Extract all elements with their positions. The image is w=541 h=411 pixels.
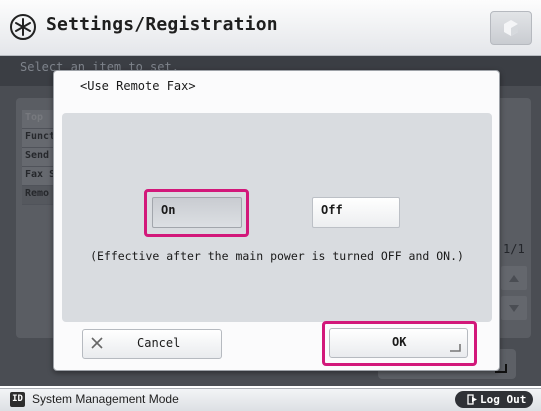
effective-note: (Effective after the main power is turne… — [90, 249, 464, 263]
settings-gear-icon — [10, 14, 36, 40]
scroll-down-button — [501, 296, 527, 320]
arrow-up-icon — [509, 275, 519, 282]
cube-icon — [504, 20, 518, 36]
log-out-button[interactable]: Log Out — [455, 391, 533, 408]
scroll-up-button — [501, 266, 527, 290]
arrow-down-icon — [509, 305, 519, 312]
background-tab-remote: Remo — [22, 186, 56, 205]
enter-corner-icon — [450, 344, 461, 352]
system-mode-label: System Management Mode — [32, 392, 179, 406]
off-option-button[interactable]: Off — [312, 197, 400, 228]
counter-check-button[interactable] — [490, 11, 532, 45]
dialog-option-panel: On Off (Effective after the main power i… — [62, 113, 492, 322]
title-bar: Settings/Registration — [0, 0, 541, 56]
page-indicator: 1/1 — [503, 242, 525, 256]
logout-icon — [467, 394, 477, 405]
cancel-button[interactable]: Cancel — [82, 329, 222, 359]
background-pager: 1/1 — [497, 240, 531, 334]
use-remote-fax-dialog: <Use Remote Fax> On Off (Effective after… — [53, 70, 500, 371]
ok-button[interactable]: OK — [329, 328, 468, 358]
background-tab-send: Send — [22, 148, 56, 167]
background-tab-fax: Fax S — [22, 167, 56, 186]
background-tab-function: Funct — [22, 129, 56, 148]
dialog-title: <Use Remote Fax> — [80, 79, 196, 93]
close-x-icon — [91, 337, 103, 349]
background-tab-top: Top — [22, 110, 56, 129]
page-title: Settings/Registration — [46, 14, 278, 35]
id-icon: ID — [10, 392, 25, 407]
status-bar: ID System Management Mode Log Out — [0, 388, 541, 411]
on-option-button[interactable]: On — [152, 197, 242, 228]
